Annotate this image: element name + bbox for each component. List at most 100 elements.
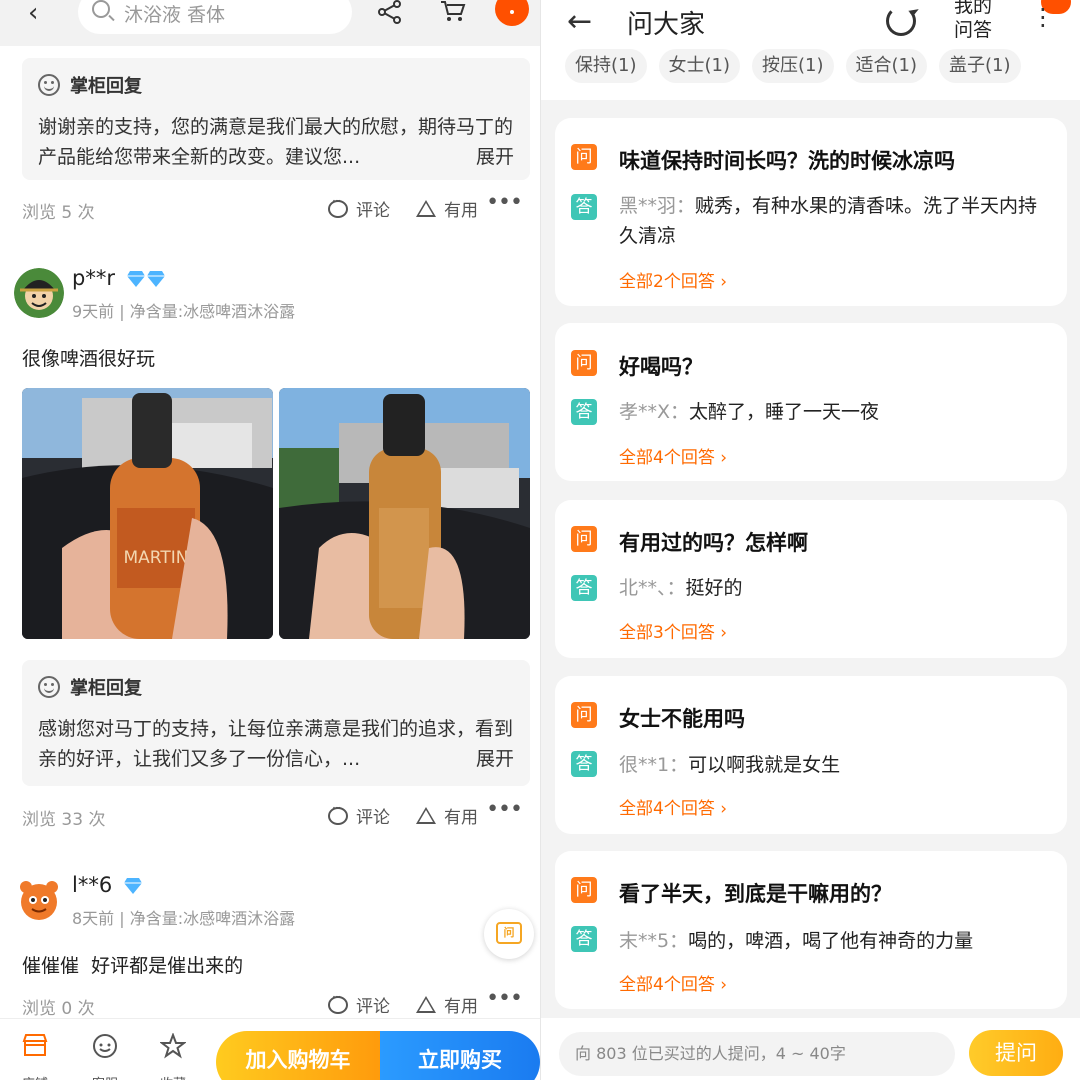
keyword-chip[interactable]: 盖子(1) xyxy=(939,49,1021,83)
review-meta: 8天前 | 净含量:冰感啤酒沐浴露 xyxy=(72,909,296,928)
answer-tag: 答 xyxy=(571,751,597,777)
ask-question-input[interactable]: 向 803 位已买过的人提问，4 ~ 40字 xyxy=(559,1032,955,1076)
chevron-right-icon: › xyxy=(720,623,728,643)
ask-button[interactable]: 提问 xyxy=(969,1030,1063,1076)
search-box[interactable]: 沐浴液 香体 xyxy=(78,0,352,34)
shop-button[interactable]: 店铺 xyxy=(10,1033,60,1080)
answer: 黑**羽：贼秀，有种水果的清香味。洗了半天内持久清凉 xyxy=(619,191,1049,251)
comment-button[interactable]: 评论 xyxy=(328,990,390,1017)
my-qa-button[interactable]: 我的问答 xyxy=(946,0,1000,42)
chevron-right-icon: › xyxy=(720,272,728,292)
all-answers-link[interactable]: 全部3个回答 › xyxy=(619,618,727,643)
all-answers-link[interactable]: 全部4个回答 › xyxy=(619,443,727,468)
answer-user: 很**1： xyxy=(619,754,689,776)
comment-icon xyxy=(328,194,348,218)
more-dots-icon[interactable]: ••• xyxy=(486,986,523,1011)
answer-text: 太醉了，睡了一天一夜 xyxy=(689,401,880,423)
qa-top-bar: ← 问大家 我的问答 · · · 保持(1) 女士(1) 按压(1) 适合(1) 盖… xyxy=(541,0,1080,100)
question-tag: 问 xyxy=(571,526,597,552)
comment-label: 评论 xyxy=(356,201,390,221)
all-answers-link[interactable]: 全部4个回答 › xyxy=(619,970,727,995)
diamond-icon xyxy=(126,271,145,287)
service-button[interactable]: 客服 xyxy=(80,1033,130,1080)
shop-icon xyxy=(22,1034,48,1056)
search-input[interactable]: 沐浴液 香体 xyxy=(124,0,225,27)
buy-now-button[interactable]: 立即购买 xyxy=(380,1031,540,1080)
add-to-cart-button[interactable]: 加入购物车 xyxy=(216,1031,380,1080)
comment-button[interactable]: 评论 xyxy=(328,801,390,828)
qa-card[interactable]: 问 有用过的吗？怎样啊 答 北**、：挺好的 全部3个回答 › xyxy=(555,500,1067,658)
qa-card[interactable]: 问 好喝吗？ 答 孝**X：太醉了，睡了一天一夜 全部4个回答 › xyxy=(555,323,1067,481)
more-dots-icon[interactable]: ••• xyxy=(486,797,523,822)
answer: 很**1：可以啊我就是女生 xyxy=(619,750,1049,780)
answer: 孝**X：太醉了，睡了一天一夜 xyxy=(619,397,1049,427)
view-count: 浏览 5 次 xyxy=(22,203,95,223)
review-photo[interactable]: MARTIN xyxy=(22,388,273,639)
back-arrow-icon[interactable]: ‹ xyxy=(28,0,38,28)
qa-card[interactable]: 问 味道保持时间长吗？洗的时候冰凉吗 答 黑**羽：贼秀，有种水果的清香味。洗了… xyxy=(555,118,1067,306)
thumb-up-icon xyxy=(416,200,436,217)
all-answers-link[interactable]: 全部2个回答 › xyxy=(619,267,727,292)
question-text: 好喝吗？ xyxy=(619,355,703,379)
keyword-chip[interactable]: 按压(1) xyxy=(752,49,834,83)
avatar[interactable] xyxy=(14,268,64,318)
review-photo[interactable] xyxy=(279,388,530,639)
all-answers-link[interactable]: 全部4个回答 › xyxy=(619,794,727,819)
answer-text: 挺好的 xyxy=(685,577,743,599)
more-dots-icon[interactable]: ••• xyxy=(486,190,523,215)
keyword-chip[interactable]: 女士(1) xyxy=(658,49,740,83)
question-text: 有用过的吗？怎样啊 xyxy=(619,531,808,555)
keyword-chips: 保持(1) 女士(1) 按压(1) 适合(1) 盖子(1) xyxy=(565,49,1033,83)
question-text: 味道保持时间长吗？洗的时候冰凉吗 xyxy=(619,149,955,173)
question-tag: 问 xyxy=(571,144,597,170)
search-icon xyxy=(92,0,110,18)
question-text: 看了半天，到底是干嘛用的？ xyxy=(619,882,892,906)
shop-reply: 掌柜回复 感谢您对马丁的支持，让每位亲满意是我们的追求，看到亲的好评，让我们又多… xyxy=(22,660,530,786)
ask-float-button[interactable]: 问 xyxy=(484,909,534,959)
comment-button[interactable]: 评论 xyxy=(328,194,390,221)
diamond-icon xyxy=(146,271,165,287)
keyword-chip[interactable]: 保持(1) xyxy=(565,49,647,83)
useful-button[interactable]: 有用 xyxy=(416,196,478,221)
answer: 北**、：挺好的 xyxy=(619,573,1049,603)
back-arrow-icon[interactable]: ← xyxy=(567,4,592,39)
more-vertical-icon[interactable]: · · · xyxy=(1039,0,1047,38)
shopkeeper-smile-icon xyxy=(38,74,60,96)
cart-icon[interactable] xyxy=(440,0,466,22)
expand-button[interactable]: 展开 xyxy=(476,142,514,169)
more-menu-icon[interactable] xyxy=(495,0,529,26)
keyword-chip[interactable]: 适合(1) xyxy=(845,49,927,83)
thumb-up-icon xyxy=(416,996,436,1013)
comment-icon xyxy=(328,801,348,825)
chevron-right-icon: › xyxy=(720,799,728,819)
reply-title: 掌柜回复 xyxy=(70,678,142,699)
question-tag: 问 xyxy=(571,877,597,903)
all-answers-label: 全部4个回答 xyxy=(619,448,715,468)
qa-card[interactable]: 问 女士不能用吗 答 很**1：可以啊我就是女生 全部4个回答 › xyxy=(555,676,1067,834)
qa-card[interactable]: 问 看了半天，到底是干嘛用的？ 答 末**5：喝的，啤酒，喝了他有神奇的力量 全… xyxy=(555,851,1067,1009)
favorite-button[interactable]: 收藏 xyxy=(148,1032,198,1080)
shopkeeper-smile-icon xyxy=(38,676,60,698)
all-answers-label: 全部2个回答 xyxy=(619,272,715,292)
diamond-icon xyxy=(123,878,142,894)
expand-button[interactable]: 展开 xyxy=(476,744,514,771)
bottle-label: MARTIN xyxy=(124,548,189,568)
chevron-right-icon: › xyxy=(720,975,728,995)
question-text: 女士不能用吗 xyxy=(619,707,745,731)
answer: 末**5：喝的，啤酒，喝了他有神奇的力量 xyxy=(619,926,1049,956)
answer-text: 可以啊我就是女生 xyxy=(688,754,841,776)
product-top-bar: ‹ 沐浴液 香体 xyxy=(0,0,540,46)
username: l**6 xyxy=(72,873,113,897)
refresh-icon[interactable] xyxy=(886,6,916,36)
avatar[interactable] xyxy=(14,875,64,925)
ask-bar: 向 803 位已买过的人提问，4 ~ 40字 提问 xyxy=(541,1018,1080,1080)
ask-question-icon: 问 xyxy=(496,922,522,944)
favorite-label: 收藏 xyxy=(148,1073,198,1080)
review-text: 催催催 好评都是催出来的 xyxy=(22,955,244,977)
useful-button[interactable]: 有用 xyxy=(416,803,478,828)
useful-label: 有用 xyxy=(444,201,478,221)
useful-button[interactable]: 有用 xyxy=(416,992,478,1017)
comment-icon xyxy=(328,990,348,1014)
reply-text: 感谢您对马丁的支持，让每位亲满意是我们的追求，看到亲的好评，让我们又多了一份信心… xyxy=(38,718,514,770)
share-icon[interactable] xyxy=(377,0,403,24)
